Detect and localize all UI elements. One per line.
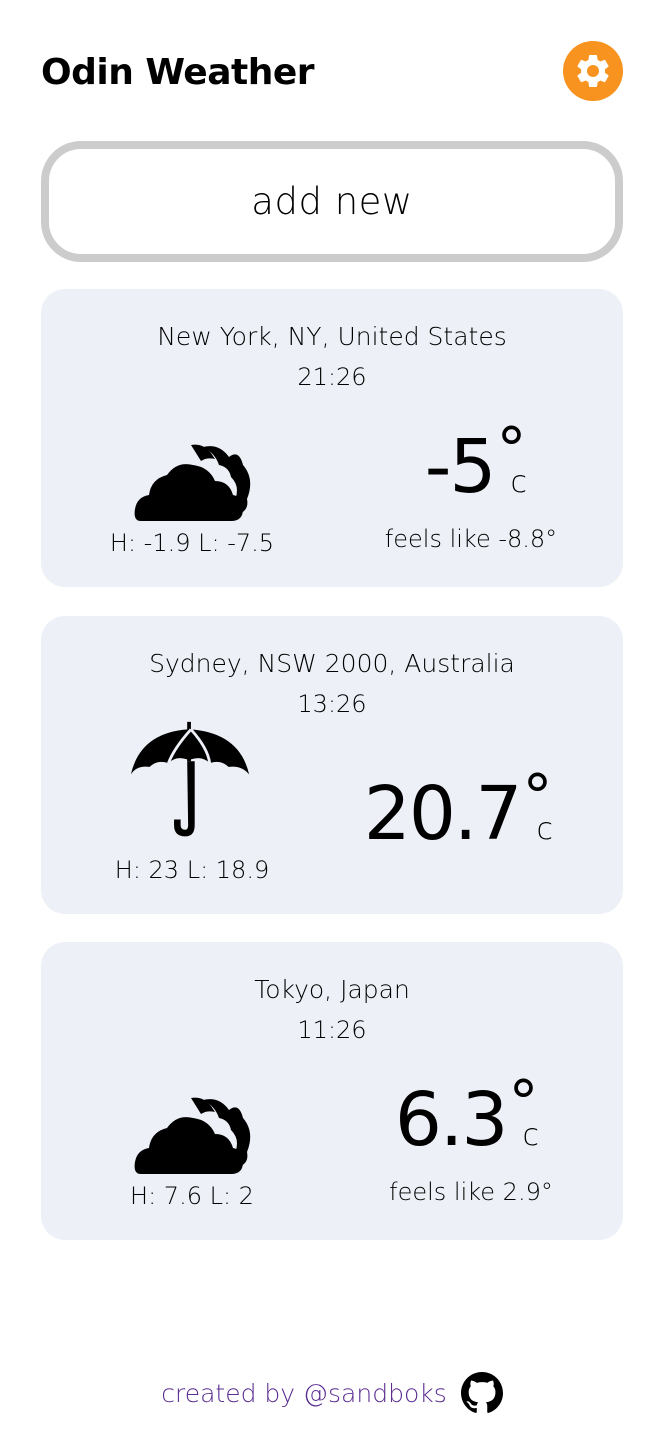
settings-button[interactable] <box>563 41 623 101</box>
gear-icon <box>577 54 609 87</box>
temperature: -5°c <box>425 415 527 510</box>
card-time: 21:26 <box>297 363 367 391</box>
header: Odin Weather <box>41 40 623 104</box>
temperature-unit: c <box>522 1118 540 1153</box>
umbrella-icon <box>130 721 250 837</box>
temperature-value: -5 <box>424 424 497 510</box>
weather-card-tokyo[interactable]: Tokyo, Japan 11:26 H: 7.6 L: 2 6.3°c fee… <box>41 942 623 1240</box>
card-time: 13:26 <box>297 690 367 718</box>
card-location: New York, NY, United States <box>157 322 507 351</box>
temperature-value: 6.3 <box>394 1077 509 1163</box>
weather-card-sydney[interactable]: Sydney, NSW 2000, Australia 13:26 H: 23 … <box>41 616 623 914</box>
temperature-value: 20.7 <box>363 771 523 857</box>
temperature-unit: c <box>510 465 528 500</box>
temperature: 20.7°c <box>364 762 553 857</box>
card-time: 11:26 <box>297 1016 367 1044</box>
card-hilo: H: -1.9 L: -7.5 <box>109 529 275 557</box>
card-hilo: H: 23 L: 18.9 <box>114 856 270 884</box>
cloudy-icon <box>134 444 251 521</box>
weather-card-new-york[interactable]: New York, NY, United States 21:26 H: -1.… <box>41 289 623 587</box>
card-hilo: H: 7.6 L: 2 <box>130 1182 254 1210</box>
cloudy-icon <box>134 1097 251 1174</box>
github-icon[interactable] <box>460 1372 503 1414</box>
app-title: Odin Weather <box>41 52 315 93</box>
card-location: Sydney, NSW 2000, Australia <box>149 649 515 678</box>
temperature: 6.3°c <box>395 1068 539 1163</box>
feels-like: feels like -8.8° <box>384 525 558 553</box>
footer: created by @sandboks <box>0 1372 664 1414</box>
temperature-unit: c <box>536 812 554 847</box>
add-new-button[interactable]: add new <box>41 141 623 262</box>
footer-credit[interactable]: created by @sandboks <box>161 1379 447 1408</box>
feels-like: feels like 2.9° <box>389 1178 553 1206</box>
card-location: Tokyo, Japan <box>254 975 410 1004</box>
